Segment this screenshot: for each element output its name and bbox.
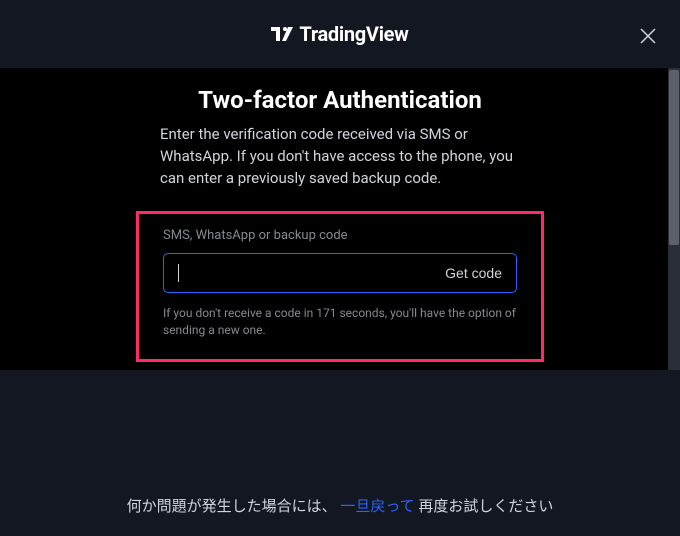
code-input-wrapper[interactable]: Get code	[163, 253, 517, 293]
footer-suffix: 再度お試しください	[418, 497, 553, 515]
code-input-label: SMS, WhatsApp or backup code	[163, 228, 517, 243]
brand-logo: TradingView	[271, 22, 408, 46]
main-content: Two-factor Authentication Enter the veri…	[0, 86, 680, 362]
close-icon	[640, 28, 656, 44]
form-area: SMS, WhatsApp or backup code Get code If…	[136, 211, 544, 362]
dialog-description: Enter the verification code received via…	[160, 124, 520, 189]
get-code-button[interactable]: Get code	[445, 265, 502, 281]
dialog-title: Two-factor Authentication	[160, 86, 520, 114]
footer: 何か問題が発生した場合には、 一旦戻って 再度お試しください	[0, 474, 680, 536]
dialog-header: TradingView	[0, 0, 680, 68]
content-area: Two-factor Authentication Enter the veri…	[0, 68, 680, 370]
text-cursor	[178, 264, 179, 282]
footer-prefix: 何か問題が発生した場合には、	[127, 497, 337, 515]
close-button[interactable]	[636, 24, 660, 48]
brand-name: TradingView	[299, 22, 408, 46]
vertical-scrollbar[interactable]	[668, 68, 680, 370]
footer-back-link[interactable]: 一旦戻って	[340, 497, 414, 515]
code-input[interactable]	[178, 265, 445, 281]
tradingview-icon	[271, 23, 293, 45]
footer-message: 何か問題が発生した場合には、 一旦戻って 再度お試しください	[127, 495, 554, 516]
scrollbar-thumb[interactable]	[669, 70, 679, 245]
code-hint-text: If you don't receive a code in 171 secon…	[163, 305, 517, 339]
